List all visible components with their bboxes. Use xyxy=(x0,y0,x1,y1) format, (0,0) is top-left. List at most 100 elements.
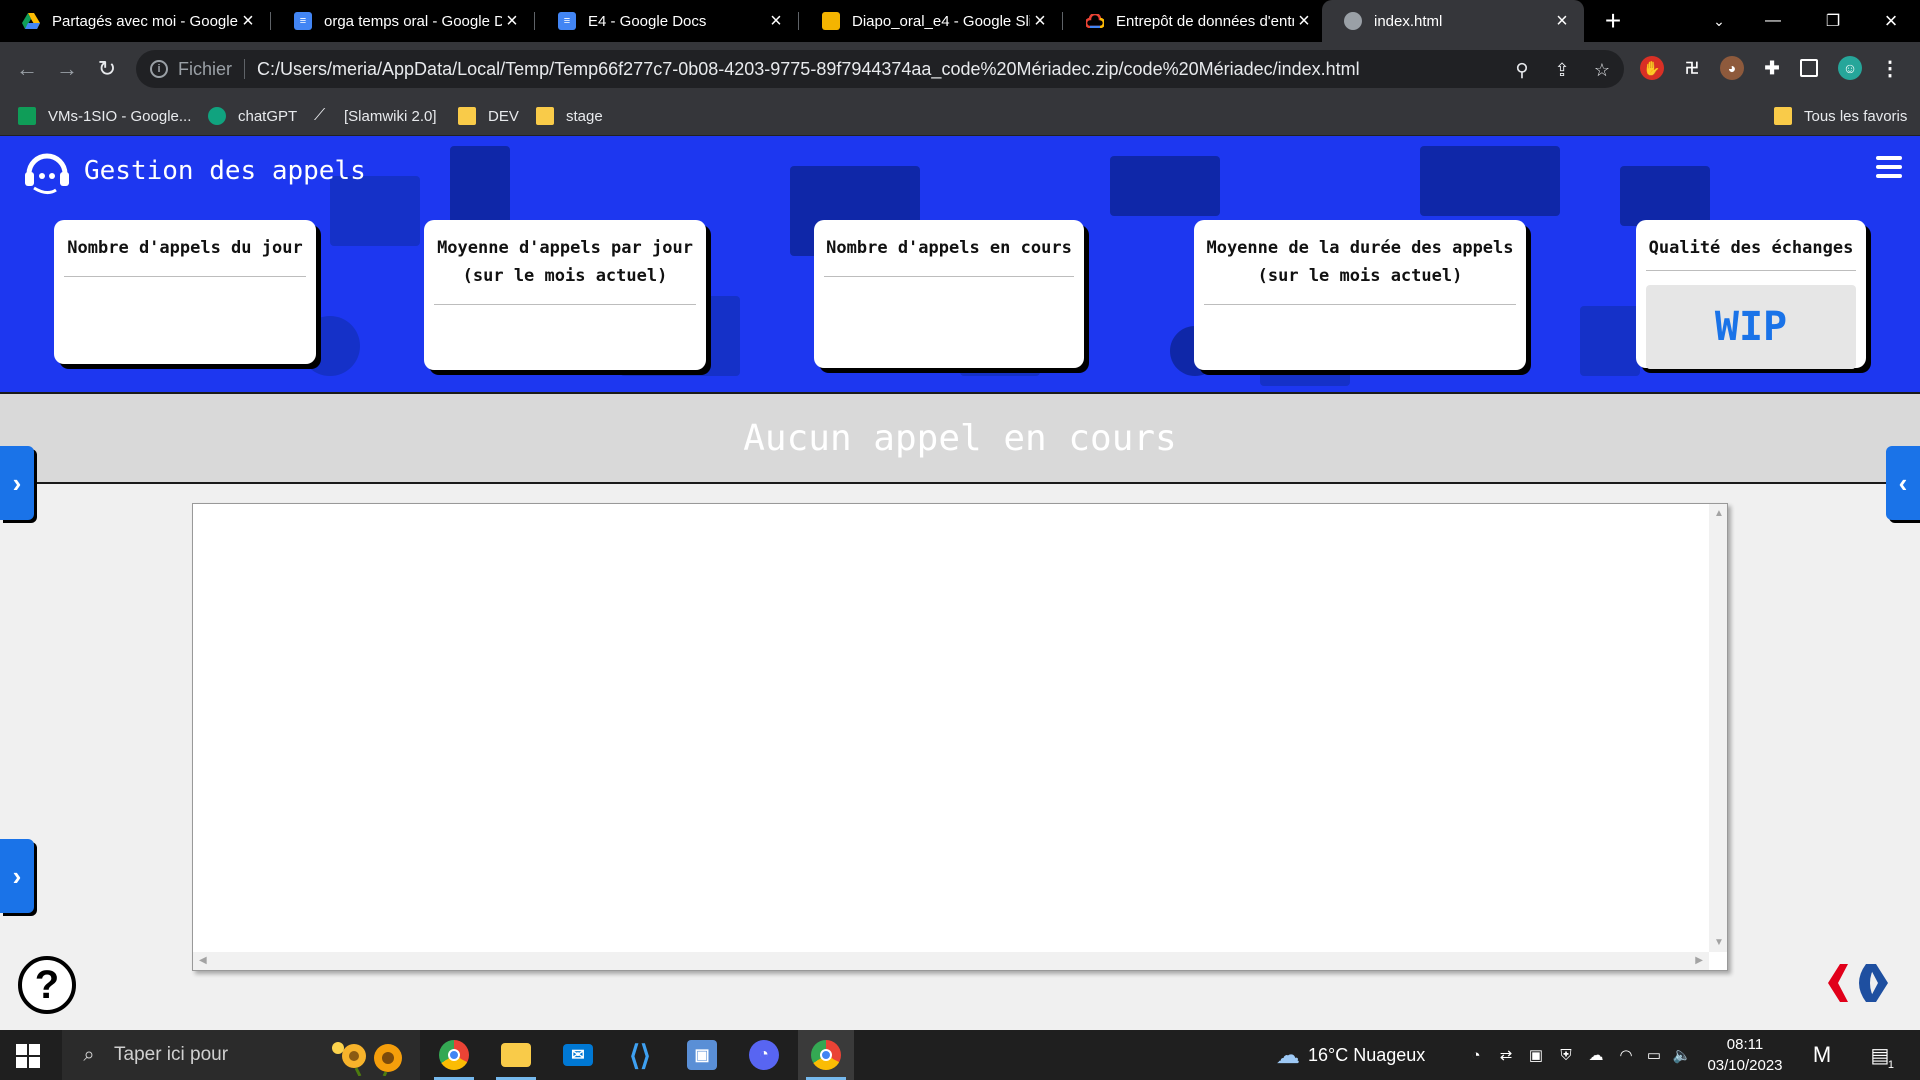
info-icon[interactable]: i xyxy=(150,60,168,78)
folder-icon xyxy=(458,107,476,125)
chatgpt-icon xyxy=(208,107,226,125)
tab-diapo-oral[interactable]: Diapo_oral_e4 - Google Slides × xyxy=(800,0,1062,42)
taskbar-mail[interactable]: ✉ xyxy=(550,1030,606,1080)
carrefour-logo xyxy=(1828,964,1888,1002)
address-bar[interactable]: i Fichier C:/Users/meria/AppData/Local/T… xyxy=(136,50,1624,88)
google-sheets-icon xyxy=(18,107,36,125)
taskbar-remote-desktop[interactable]: ▣ xyxy=(674,1030,730,1080)
help-button[interactable]: ? xyxy=(18,956,76,1014)
clock-time: 08:11 xyxy=(1726,1036,1764,1053)
close-tab-icon[interactable]: × xyxy=(502,10,522,33)
side-panel-icon[interactable] xyxy=(1800,59,1818,77)
stat-card-value: WIP xyxy=(1646,285,1856,369)
mail-tray-icon[interactable]: M xyxy=(1812,1042,1832,1067)
taskbar-vscode[interactable]: ⟨⟩ xyxy=(612,1030,668,1080)
settings-tray-icon[interactable]: ⇄ xyxy=(1496,1045,1516,1065)
taskbar-chrome-active[interactable] xyxy=(798,1030,854,1080)
taskbar-clock[interactable]: 08:11 03/10/2023 xyxy=(1700,1034,1790,1076)
address-scheme: Fichier xyxy=(178,58,233,79)
battery-icon[interactable]: ▭ xyxy=(1644,1045,1664,1065)
folder-icon xyxy=(536,107,554,125)
taskbar-search-placeholder: Taper ici pour xyxy=(114,1044,229,1065)
call-log-textarea[interactable]: ▲ ▼ ◀ ▶ xyxy=(192,503,1728,971)
bookmark-folder-dev[interactable]: DEV xyxy=(458,106,519,126)
tab-orga-temps-oral[interactable]: ≡ orga temps oral - Google Docs × xyxy=(272,0,534,42)
bookmark-slamwiki[interactable]: ⟋ [Slamwiki 2.0] xyxy=(314,106,437,126)
folder-icon xyxy=(1774,107,1792,125)
right-panel-toggle[interactable]: ‹ xyxy=(1886,446,1920,520)
wifi-icon[interactable]: ◠ xyxy=(1616,1045,1636,1065)
extensions-puzzle-icon[interactable]: ✚ xyxy=(1760,56,1784,80)
file-explorer-icon xyxy=(501,1043,531,1067)
hamburger-menu-icon[interactable] xyxy=(1876,156,1902,178)
close-tab-icon[interactable]: × xyxy=(766,10,786,33)
google-docs-icon: ≡ xyxy=(558,12,576,30)
google-slides-icon xyxy=(822,12,840,30)
close-tab-icon[interactable]: × xyxy=(238,10,258,33)
stat-card-exchange-quality: Qualité des échanges WIP xyxy=(1636,220,1866,369)
forward-button[interactable]: → xyxy=(52,54,82,84)
close-tab-icon[interactable]: × xyxy=(1030,10,1050,33)
scroll-up-icon[interactable]: ▲ xyxy=(1714,508,1724,519)
question-mark-icon: ? xyxy=(34,962,60,1007)
close-tab-icon[interactable]: × xyxy=(1294,10,1314,33)
taskbar-discord[interactable]: ◔ xyxy=(736,1030,792,1080)
chevron-left-icon: ‹ xyxy=(1898,467,1908,498)
horizontal-scrollbar[interactable]: ◀ ▶ xyxy=(193,952,1709,970)
bookmark-chatgpt[interactable]: chatGPT xyxy=(208,106,297,126)
vertical-scrollbar[interactable]: ▲ ▼ xyxy=(1709,504,1727,952)
display-tray-icon[interactable]: ▣ xyxy=(1526,1045,1546,1065)
taskbar-chrome[interactable] xyxy=(426,1030,482,1080)
security-tray-icon[interactable]: ⛨ xyxy=(1556,1045,1576,1065)
reload-button[interactable]: ↻ xyxy=(92,54,122,84)
chevron-right-icon: › xyxy=(12,860,22,891)
bookmark-folder-stage[interactable]: stage xyxy=(536,106,603,126)
extension-translate-icon[interactable]: 卍 xyxy=(1680,56,1704,80)
volume-muted-icon[interactable]: 🔈 xyxy=(1672,1045,1692,1065)
google-cloud-icon xyxy=(1086,12,1104,30)
stat-card-avg-call-duration: Moyenne de la durée des appels (sur le m… xyxy=(1194,220,1526,370)
bookmark-vms-1sio[interactable]: VMs-1SIO - Google... xyxy=(18,106,191,126)
weather-widget[interactable]: ☁ 16°C Nuageux xyxy=(1276,1030,1425,1080)
new-tab-button[interactable]: + xyxy=(1598,5,1628,36)
app-header: Gestion des appels Nombre d'appels du jo… xyxy=(0,136,1920,392)
cloud-icon: ☁ xyxy=(1276,1041,1300,1069)
tab-google-drive[interactable]: Partagés avec moi - Google Drive × xyxy=(0,0,270,42)
notification-count: 1 xyxy=(1887,1059,1894,1071)
extension-adblock-icon[interactable]: ✋ xyxy=(1640,56,1664,80)
taskbar-file-explorer[interactable] xyxy=(488,1030,544,1080)
scroll-right-icon[interactable]: ▶ xyxy=(1695,955,1703,966)
stat-card-calls-in-progress: Nombre d'appels en cours xyxy=(814,220,1084,368)
web-page: Gestion des appels Nombre d'appels du jo… xyxy=(0,136,1920,1030)
notification-center-icon[interactable]: ▤ 1 xyxy=(1870,1045,1894,1072)
profile-avatar[interactable]: ☺ xyxy=(1838,56,1862,80)
google-drive-icon xyxy=(22,12,40,30)
scroll-down-icon[interactable]: ▼ xyxy=(1714,937,1724,948)
stat-card-avg-calls-per-day: Moyenne d'appels par jour (sur le mois a… xyxy=(424,220,706,370)
zoom-icon[interactable]: ⚲ xyxy=(1512,60,1532,80)
share-icon[interactable]: ⇪ xyxy=(1552,60,1572,80)
minimize-button[interactable]: — xyxy=(1750,0,1796,42)
mail-icon: ✉ xyxy=(563,1044,593,1066)
clock-date: 03/10/2023 xyxy=(1707,1057,1783,1074)
tab-e4-docs[interactable]: ≡ E4 - Google Docs × xyxy=(536,0,798,42)
restore-button[interactable]: ❐ xyxy=(1810,0,1856,42)
left-panel-toggle-top[interactable]: › xyxy=(0,446,34,520)
chrome-icon xyxy=(439,1040,469,1070)
back-button[interactable]: ← xyxy=(12,54,42,84)
windows-start-icon[interactable] xyxy=(16,1044,40,1068)
extension-avatar-icon[interactable]: ◕ xyxy=(1720,56,1744,80)
tab-entrepot-donnees[interactable]: Entrepôt de données d'entreprise × xyxy=(1064,0,1326,42)
tab-search-icon[interactable]: ⌄ xyxy=(1696,0,1742,42)
discord-tray-icon[interactable]: ◔ xyxy=(1466,1045,1486,1065)
onedrive-tray-icon[interactable]: ☁ xyxy=(1586,1045,1606,1065)
left-panel-toggle-bottom[interactable]: › xyxy=(0,839,34,913)
tab-index-html[interactable]: index.html × xyxy=(1322,0,1584,42)
scroll-left-icon[interactable]: ◀ xyxy=(199,955,207,966)
browser-menu-icon[interactable]: ⋮ xyxy=(1878,56,1902,80)
close-window-button[interactable]: × xyxy=(1868,0,1914,42)
all-bookmarks[interactable]: Tous les favoris xyxy=(1774,106,1907,126)
close-tab-icon[interactable]: × xyxy=(1552,10,1572,33)
browser-tab-strip: Partagés avec moi - Google Drive × ≡ org… xyxy=(0,0,1920,42)
bookmark-star-icon[interactable]: ☆ xyxy=(1592,60,1612,80)
